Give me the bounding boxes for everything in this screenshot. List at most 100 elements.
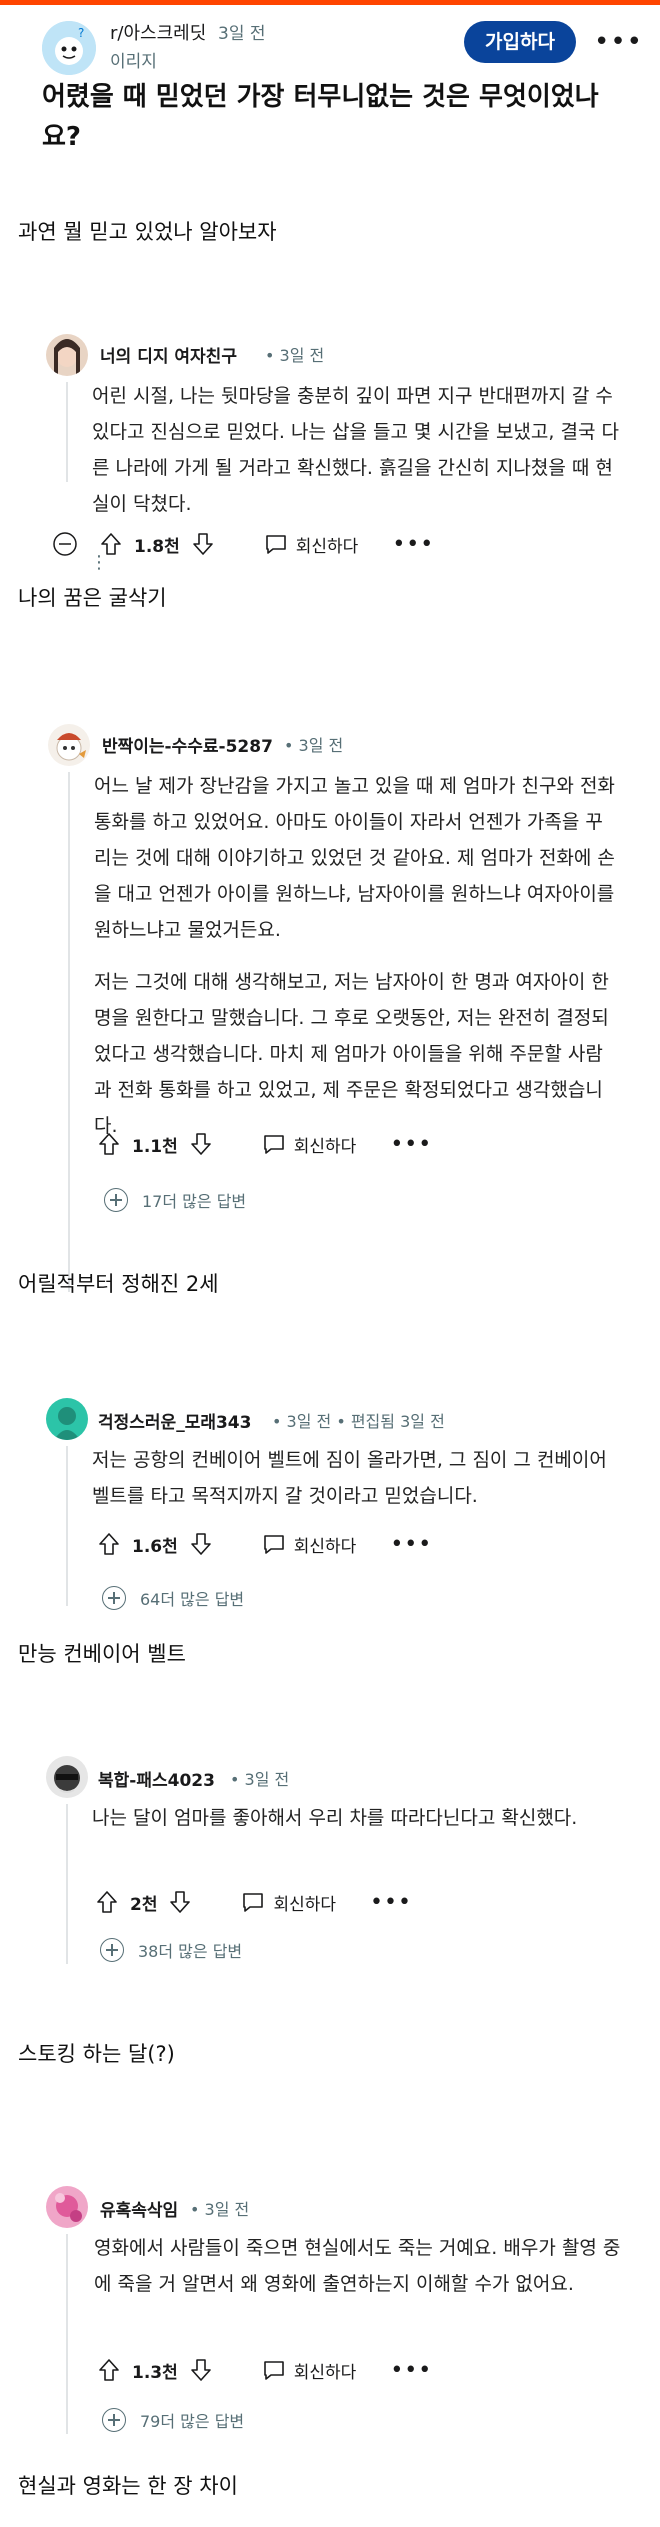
user-avatar[interactable] [46, 334, 88, 376]
post-author[interactable]: 이리지 [110, 47, 157, 72]
comment-username[interactable]: 반짝이는-수수료-5287 [102, 732, 273, 757]
upvote-icon[interactable] [96, 1890, 118, 1914]
plus-circle-icon [100, 1938, 124, 1962]
reply-label: 회신하다 [293, 1136, 357, 1157]
more-options-icon[interactable]: ••• [594, 27, 643, 57]
comment-username[interactable]: 유혹속삭임 [100, 2196, 178, 2221]
reply-label: 회신하다 [293, 2362, 357, 2383]
comment-paragraph: 어느 날 제가 장난감을 가지고 놀고 있을 때 제 엄마가 친구와 전화 통화… [94, 775, 615, 941]
comment-paragraph: 나는 달이 엄마를 좋아해서 우리 차를 따라다닌다고 확신했다. [92, 1807, 578, 1829]
post-header: ? r/아스크레딧 3일 전 이리지 가입하다 ••• 어렸을 때 믿었던 가장… [0, 5, 660, 160]
comment-paragraph: 영화에서 사람들이 죽으면 현실에서도 죽는 거예요. 배우가 촬영 중에 죽을… [94, 2237, 621, 2295]
comment: 걱정스러운_모래343 • 3일 전 • 편집됨 3일 전 저는 공항의 컨베이… [0, 1396, 660, 1626]
caption-text: 스토킹 하는 달(?) [18, 2042, 175, 2066]
comment-icon [265, 535, 286, 554]
comment-meta: • 3일 전 [190, 2200, 250, 2219]
more-replies-button[interactable]: 17더 많은 답변 [104, 1188, 246, 1212]
comment-body: 어린 시절, 나는 뒷마당을 충분히 깊이 파면 지구 반대편까지 갈 수 있다… [92, 378, 620, 538]
comment: 유혹속삭임 • 3일 전 영화에서 사람들이 죽으면 현실에서도 죽는 거예요.… [0, 2186, 660, 2446]
user-avatar[interactable] [48, 724, 90, 766]
comment-body: 어느 날 제가 장난감을 가지고 놀고 있을 때 제 엄마가 친구와 전화 통화… [94, 768, 620, 1160]
comment-meta: • 3일 전 [230, 1770, 290, 1789]
reply-button[interactable]: 회신하다 [241, 1890, 336, 1915]
plus-circle-icon [102, 2408, 126, 2432]
comment-paragraph: 어린 시절, 나는 뒷마당을 충분히 깊이 파면 지구 반대편까지 갈 수 있다… [92, 385, 619, 515]
caption-text: 현실과 영화는 한 장 차이 [18, 2474, 238, 2498]
comment-username[interactable]: 걱정스러운_모래343 [98, 1408, 251, 1433]
reply-label: 회신하다 [295, 536, 359, 557]
user-avatar[interactable] [46, 1756, 88, 1798]
comment-icon [263, 1135, 284, 1154]
downvote-icon[interactable] [192, 532, 214, 556]
vote-count: 2천 [130, 1894, 158, 1915]
comment-actions: 1.8천 회신하다 ••• [52, 526, 434, 562]
thread-line[interactable] [66, 1804, 68, 1964]
reply-button[interactable]: 회신하다 [262, 2358, 357, 2383]
reply-label: 회신하다 [273, 1894, 337, 1915]
comment-more-icon[interactable]: ••• [392, 532, 434, 557]
comment-username[interactable]: 복합-패스4023 [98, 1766, 215, 1791]
thread-line[interactable] [66, 1446, 68, 1606]
vote-count: 1.8천 [134, 536, 180, 557]
upvote-icon[interactable] [98, 2358, 120, 2382]
more-replies-button[interactable]: 79더 많은 답변 [102, 2408, 244, 2432]
comment-actions: 1.3천 회신하다 ••• [98, 2352, 432, 2388]
downvote-icon[interactable] [190, 2358, 212, 2382]
comment-body: 저는 공항의 컨베이어 벨트에 짐이 올라가면, 그 짐이 그 컨베이어 벨트를… [92, 1442, 622, 1530]
thread-line[interactable] [66, 2234, 68, 2434]
reply-button[interactable]: 회신하다 [264, 532, 359, 557]
comment-actions: 1.1천 회신하다 ••• [98, 1126, 432, 1162]
caption-text: 나의 꿈은 굴삭기 [18, 586, 167, 610]
thread-line[interactable] [68, 772, 70, 1292]
more-replies-label: 17더 많은 답변 [142, 1192, 247, 1211]
reply-button[interactable]: 회신하다 [262, 1132, 357, 1157]
more-replies-button[interactable]: 64더 많은 답변 [102, 1586, 244, 1610]
comment-username[interactable]: 너의 디지 여자친구 [100, 342, 237, 367]
comment-actions: 2천 회신하다 ••• [96, 1884, 412, 1920]
downvote-icon[interactable] [190, 1132, 212, 1156]
comment-paragraph: 저는 그것에 대해 생각해보고, 저는 남자아이 한 명과 여자아이 한 명을 … [94, 971, 609, 1137]
more-replies-label: 64더 많은 답변 [140, 1590, 245, 1609]
thread-line[interactable] [66, 382, 68, 482]
comment: 복합-패스4023 • 3일 전 나는 달이 엄마를 좋아해서 우리 차를 따라… [0, 1756, 660, 1976]
reply-label: 회신하다 [293, 1536, 357, 1557]
reply-button[interactable]: 회신하다 [262, 1532, 357, 1557]
plus-circle-icon [104, 1188, 128, 1212]
comment-paragraph: 저는 공항의 컨베이어 벨트에 짐이 올라가면, 그 짐이 그 컨베이어 벨트를… [92, 1449, 607, 1507]
join-button[interactable]: 가입하다 [464, 21, 576, 63]
caption-text: 어릴적부터 정해진 2세 [18, 1272, 219, 1296]
vote-count: 1.6천 [132, 1536, 178, 1557]
comment-meta: • 3일 전 • 편집됨 3일 전 [272, 1412, 445, 1431]
more-replies-button[interactable]: 38더 많은 답변 [100, 1938, 242, 1962]
comment-more-icon[interactable]: ••• [370, 1890, 412, 1915]
comment-body: 영화에서 사람들이 죽으면 현실에서도 죽는 거예요. 배우가 촬영 중에 죽을… [94, 2230, 622, 2318]
upvote-icon[interactable] [98, 1132, 120, 1156]
comment-icon [263, 2361, 284, 2380]
comment-body: 나는 달이 엄마를 좋아해서 우리 차를 따라다닌다고 확신했다. [92, 1800, 622, 1852]
upvote-icon[interactable] [98, 1532, 120, 1556]
user-avatar[interactable] [46, 1398, 88, 1440]
post-title: 어렸을 때 믿었던 가장 터무니없는 것은 무엇이었나요? [42, 82, 599, 152]
post-time: 3일 전 [218, 24, 266, 44]
vote-count: 1.3천 [132, 2362, 178, 2383]
subreddit-name[interactable]: r/아스크레딧 [110, 19, 206, 45]
more-replies-label: 79더 많은 답변 [140, 2412, 245, 2431]
downvote-icon[interactable] [169, 1890, 191, 1914]
subreddit-avatar[interactable]: ? [42, 21, 96, 75]
comment-more-icon[interactable]: ••• [390, 1132, 432, 1157]
continue-dots: ⋮ [90, 552, 108, 573]
svg-text:?: ? [78, 26, 84, 40]
vote-count: 1.1천 [132, 1136, 178, 1157]
caption-text: 과연 뭘 믿고 있었나 알아보자 [18, 220, 277, 244]
user-avatar[interactable] [46, 2186, 88, 2228]
downvote-icon[interactable] [190, 1532, 212, 1556]
comment: 반짝이는-수수료-5287 • 3일 전 어느 날 제가 장난감을 가지고 놀고… [0, 718, 660, 1292]
comment-more-icon[interactable]: ••• [390, 1532, 432, 1557]
more-replies-label: 38더 많은 답변 [138, 1942, 243, 1961]
comment-actions: 1.6천 회신하다 ••• [98, 1526, 432, 1562]
collapse-icon[interactable] [52, 531, 78, 557]
plus-circle-icon [102, 1586, 126, 1610]
comment-icon [263, 1535, 284, 1554]
comment-more-icon[interactable]: ••• [390, 2358, 432, 2383]
comment-icon [243, 1893, 264, 1912]
